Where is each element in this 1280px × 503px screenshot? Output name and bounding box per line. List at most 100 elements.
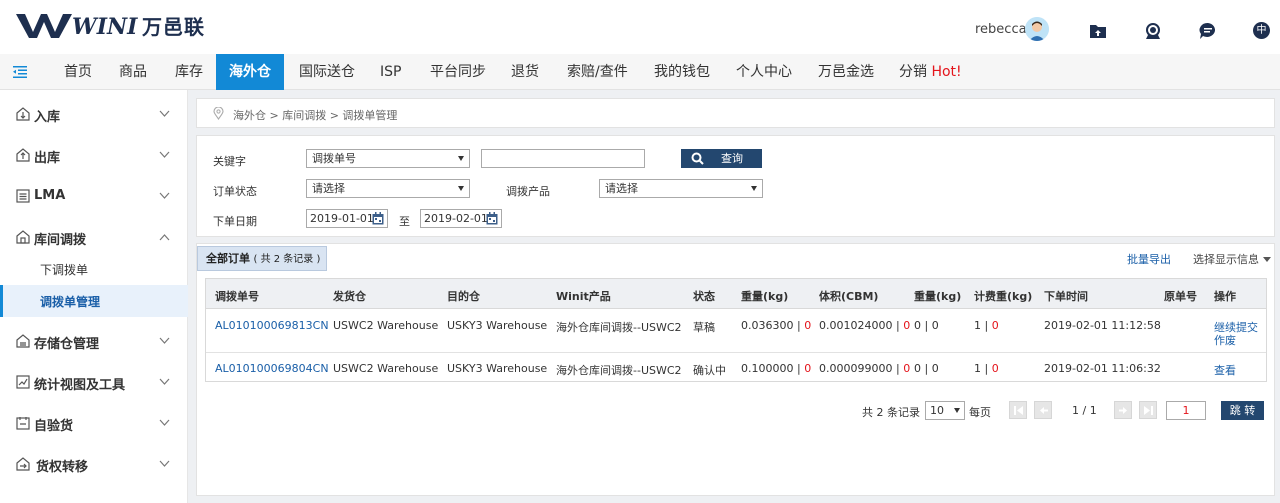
sidebar-item-label: 库间调拨 <box>34 233 87 248</box>
to-warehouse: USKY3 Warehouse <box>447 319 548 332</box>
order-status-value: 请选择 <box>312 182 345 195</box>
storage-icon <box>16 334 30 348</box>
keyword-type-value: 调拨单号 <box>312 152 356 165</box>
transfer-no-link[interactable]: AL010100069804CN <box>215 362 329 375</box>
calendar-icon[interactable] <box>372 212 384 225</box>
sidebar-item-transfer[interactable]: 库间调拨 <box>0 217 188 257</box>
winit-product: 海外仓库间调拨--USWC2 <box>556 364 682 377</box>
order-status-select[interactable]: 请选择 <box>306 179 470 198</box>
col-winit-product: Winit产品 <box>556 290 611 303</box>
sidebar-item-label: 出库 <box>34 151 61 166</box>
last-page-button[interactable] <box>1139 401 1157 419</box>
page-number-input[interactable] <box>1166 401 1206 420</box>
col-charge-weight: 计费重(kg) <box>974 290 1033 303</box>
date-to-value: 2019-02-01 <box>424 212 488 225</box>
chevron-up-icon <box>159 234 170 241</box>
prev-page-button[interactable] <box>1034 401 1052 419</box>
chevron-down-icon <box>159 337 170 344</box>
order-time: 2019-02-01 11:12:58 <box>1044 319 1161 332</box>
nav-claims[interactable]: 索赔/查件 <box>567 54 628 90</box>
list-box-icon <box>16 189 30 203</box>
search-button-label: 查询 <box>721 152 743 165</box>
void-link[interactable]: 作废 <box>1214 332 1236 348</box>
brand-logo[interactable]: WINIT 万邑联 <box>16 10 205 40</box>
nav-distribution[interactable]: 分销 Hot! <box>899 54 962 90</box>
logo-cn-text: 万邑联 <box>142 14 205 39</box>
sidebar-subitem-create-transfer[interactable]: 下调拨单 <box>0 253 188 285</box>
caret-down-icon <box>458 186 464 191</box>
chevron-down-icon <box>159 419 170 426</box>
nav-returns[interactable]: 退货 <box>511 54 539 90</box>
charge-weight: 1 | 0 <box>974 362 999 375</box>
warehouse-out-icon <box>16 148 30 162</box>
sidebar-item-self-inspection[interactable]: 自验货 <box>0 403 188 443</box>
calendar-icon[interactable] <box>486 212 498 225</box>
caret-down-icon <box>458 156 464 161</box>
warehouse-in-icon <box>16 107 30 121</box>
next-page-icon <box>1119 407 1127 414</box>
nav-overseas-warehouse[interactable]: 海外仓 <box>216 54 284 90</box>
sidebar-item-ownership-transfer[interactable]: 货权转移 <box>0 444 188 484</box>
clipboard-icon <box>16 417 30 430</box>
nav-platform-sync[interactable]: 平台同步 <box>430 54 486 90</box>
nav-isp[interactable]: ISP <box>380 54 401 90</box>
keyword-type-select[interactable]: 调拨单号 <box>306 149 470 168</box>
weight: 0.036300 | 0 <box>741 319 812 332</box>
jump-button[interactable]: 跳 转 <box>1221 401 1264 420</box>
col-weight-2: 重量(kg) <box>914 290 962 303</box>
nav-personal-center[interactable]: 个人中心 <box>736 54 792 90</box>
sidebar-item-outbound[interactable]: 出库 <box>0 135 188 175</box>
sidebar-subitem-label: 下调拨单 <box>40 263 89 277</box>
transfer-product-select[interactable]: 请选择 <box>599 179 763 198</box>
order-date-label: 下单日期 <box>213 215 257 228</box>
language-switch[interactable]: 中 <box>1253 22 1270 39</box>
tab-all-orders[interactable]: 全部订单 ( 共 2 条记录 ) <box>197 246 327 271</box>
support-headset-icon[interactable] <box>1144 22 1162 40</box>
page-info: 1 / 1 <box>1072 404 1097 417</box>
message-icon[interactable] <box>1199 22 1217 40</box>
transfer-no-link[interactable]: AL010100069813CN <box>215 319 329 332</box>
page-size-select[interactable]: 10 <box>925 401 965 420</box>
column-select-dropdown[interactable]: 选择显示信息 <box>1193 251 1271 267</box>
weight-2: 0 | 0 <box>914 362 939 375</box>
sidebar-item-lma[interactable]: LMA <box>0 176 188 216</box>
sidebar-item-label: 入库 <box>34 110 61 125</box>
menu-collapse-icon[interactable] <box>13 65 27 79</box>
view-link[interactable]: 查看 <box>1214 362 1236 378</box>
sidebar-item-inbound[interactable]: 入库 <box>0 94 188 134</box>
date-from-input[interactable]: 2019-01-01 <box>306 209 388 228</box>
col-from-warehouse: 发货仓 <box>333 290 366 303</box>
nav-inventory[interactable]: 库存 <box>175 54 203 90</box>
nav-products[interactable]: 商品 <box>119 54 147 90</box>
first-page-button[interactable] <box>1009 401 1027 419</box>
keyword-input[interactable] <box>481 149 645 168</box>
nav-international-delivery[interactable]: 国际送仓 <box>299 54 355 90</box>
weight: 0.100000 | 0 <box>741 362 812 375</box>
date-from-value: 2019-01-01 <box>310 212 374 225</box>
caret-down-icon <box>1263 257 1271 262</box>
column-select-label: 选择显示信息 <box>1193 253 1259 266</box>
folder-upload-icon[interactable] <box>1089 22 1107 40</box>
logo-text: WINIT <box>72 14 138 38</box>
volume: 0.000099000 | 0 <box>819 362 911 375</box>
avatar[interactable] <box>1025 17 1049 41</box>
sidebar-item-statistics[interactable]: 统计视图及工具 <box>0 362 188 402</box>
search-button[interactable]: 查询 <box>681 149 762 168</box>
date-to-input[interactable]: 2019-02-01 <box>420 209 502 228</box>
sidebar-subitem-transfer-management[interactable]: 调拨单管理 <box>0 285 188 317</box>
col-volume: 体积(CBM) <box>819 290 879 303</box>
col-weight: 重量(kg) <box>741 290 789 303</box>
batch-export-link[interactable]: 批量导出 <box>1127 251 1171 267</box>
weight-2: 0 | 0 <box>914 319 939 332</box>
username[interactable]: rebecca <box>975 22 1027 37</box>
per-page-label: 每页 <box>969 406 991 419</box>
nav-wallet[interactable]: 我的钱包 <box>654 54 710 90</box>
table-header: 调拨单号 发货仓 目的仓 Winit产品 状态 重量(kg) 体积(CBM) 重… <box>206 279 1266 309</box>
sidebar-item-storage[interactable]: 存储仓管理 <box>0 321 188 361</box>
nav-winit-selection[interactable]: 万邑金选 <box>818 54 874 90</box>
status: 草稿 <box>693 321 715 334</box>
nav-home[interactable]: 首页 <box>64 54 92 90</box>
next-page-button[interactable] <box>1114 401 1132 419</box>
chevron-down-icon <box>159 460 170 467</box>
main-nav: 首页 商品 库存 海外仓 国际送仓 ISP 平台同步 退货 索赔/查件 我的钱包… <box>0 54 1280 90</box>
